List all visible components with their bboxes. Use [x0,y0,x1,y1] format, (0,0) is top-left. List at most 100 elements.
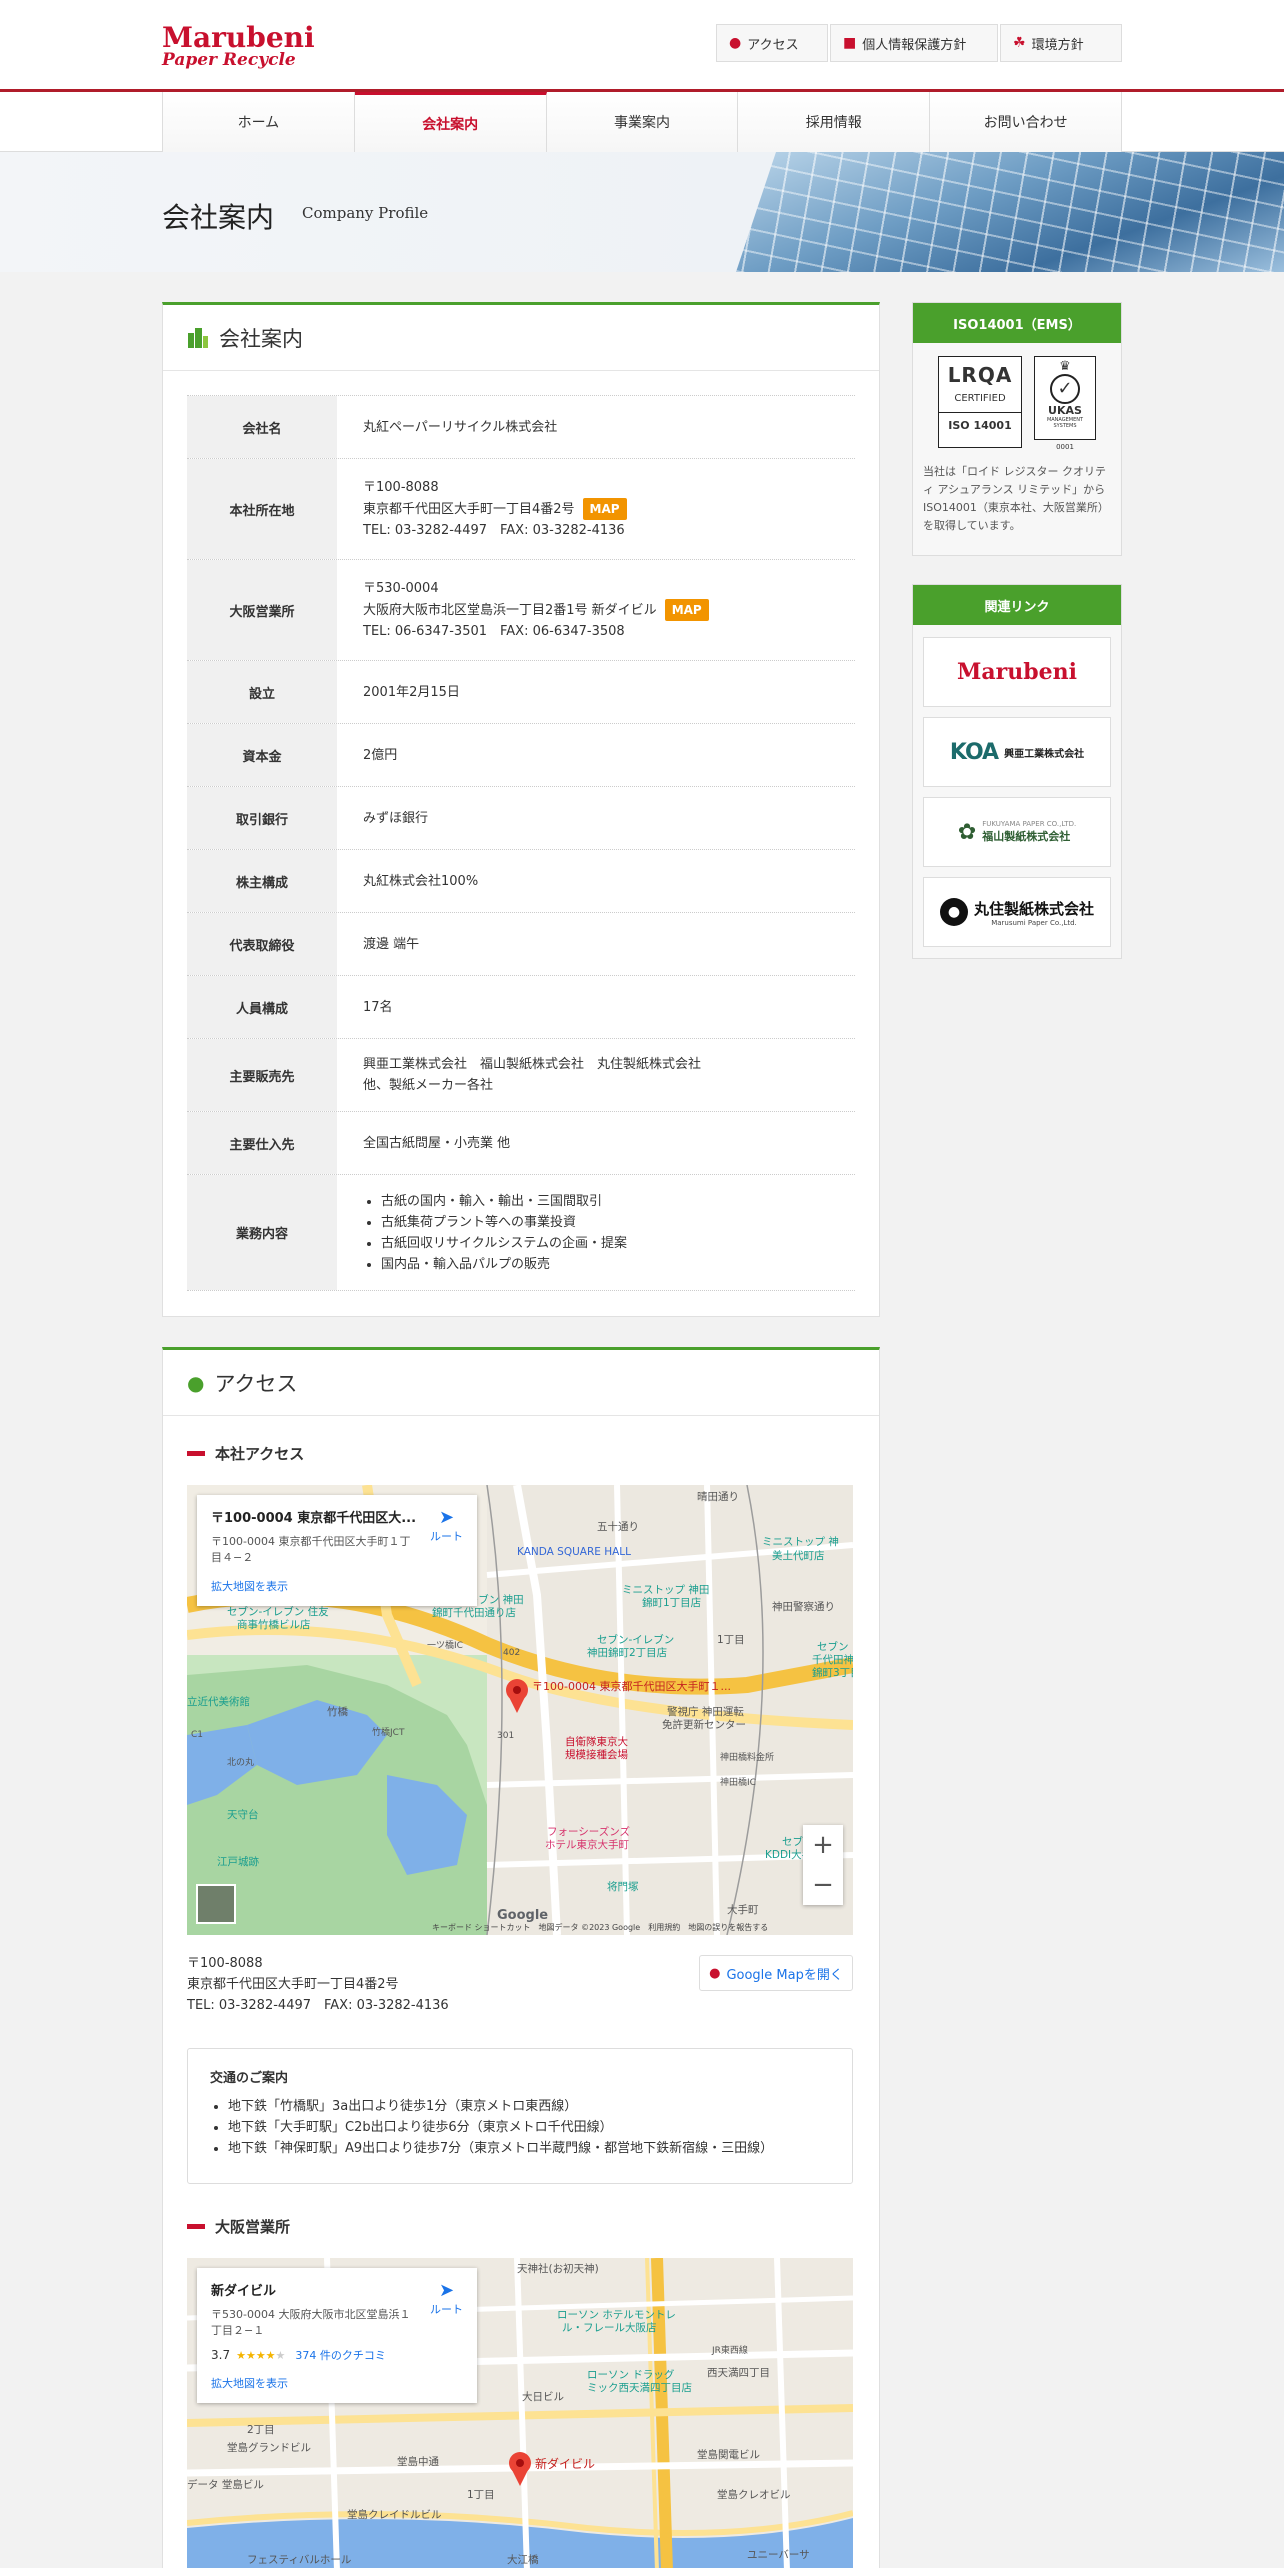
crown-icon: ♛ [1059,359,1071,374]
related-links-sidebar: 関連リンク Marubeni KOA 興亜工業株式会社 ✿ FUKUYAMA P… [912,584,1122,959]
osaka-google-map[interactable]: 天神社(お初天神) ローソン ホテルモントレ ル・フレール大阪店 JR東西線 ロ… [187,2258,853,2568]
svg-text:竹橋: 竹橋 [327,1705,348,1718]
section-heading-company: 会社案内 [219,326,303,351]
link-marusumi-paper[interactable]: ● 丸住製紙株式会社 Marusumi Paper Co.,Ltd. [923,877,1111,947]
subheading-hq-access: 本社アクセス [187,1443,304,1464]
svg-text:ユニーバーサ: ユニーバーサ [747,2549,810,2561]
table-row: 業務内容 古紙の国内・輸入・輸出・三国間取引 古紙集荷プラント等への事業投資 古… [187,1175,855,1291]
svg-text:KANDA SQUARE HALL: KANDA SQUARE HALL [517,1546,631,1558]
osaka-pin-label: 新ダイビル [535,2456,595,2471]
util-link-label: 個人情報保護方針 [862,37,967,53]
nav-item-home[interactable]: ホーム [163,92,355,152]
row-label: 株主構成 [187,850,337,912]
row-value: 17名 [363,999,393,1015]
svg-text:免許更新センター: 免許更新センター [662,1718,746,1731]
fukuyama-en-name: FUKUYAMA PAPER CO.,LTD. [982,820,1077,828]
subheading-osaka-office: 大阪営業所 [187,2216,290,2237]
directions-icon: ➤ [438,1507,455,1528]
nav-item-recruit[interactable]: 採用情報 [738,92,931,152]
table-row: 主要仕入先 全国古紙問屋・小売業 他 [187,1112,855,1175]
marusumi-company-name: 丸住製紙株式会社 [973,899,1094,918]
table-row: 大阪営業所 〒530-0004 大阪府大阪市北区堂島浜一丁目2番1号 新ダイビル… [187,560,855,661]
rating-stars-icon: ★★★★★ [236,2348,286,2362]
nav-item-business[interactable]: 事業案内 [546,92,739,152]
related-links-heading: 関連リンク [913,585,1121,625]
hq-address-zip: 〒100-8088 [187,1956,263,1971]
marubeni-logo: Marubeni [957,659,1077,685]
svg-text:千代田神田: 千代田神田 [812,1653,853,1666]
util-link-label: アクセス [747,37,799,53]
svg-text:ローソン ドラッグ: ローソン ドラッグ [587,2368,675,2381]
osaka-tel: TEL: 06-6347-3501 FAX: 06-6347-3508 [363,624,625,639]
nav-item-company[interactable]: 会社案内 [354,92,547,152]
row-value: 丸紅ペーパーリサイクル株式会社 [363,419,558,435]
lock-icon: ■ [843,35,857,51]
util-link-privacy[interactable]: ■ 個人情報保護方針 [830,24,998,62]
google-map-open-button[interactable]: ● Google Mapを開く [699,1955,853,1991]
zoom-in-button[interactable]: + [803,1825,843,1865]
hq-route-button[interactable]: ➤ ルート [430,1507,463,1544]
svg-text:JR東西線: JR東西線 [711,2344,748,2356]
svg-text:セブン-イレブン 住友: セブン-イレブン 住友 [227,1605,329,1618]
site-logo[interactable]: Marubeni Paper Recycle [162,24,362,70]
row-value: 2億円 [363,747,398,763]
row-label: 主要販売先 [187,1039,337,1111]
svg-text:フェスティバルホール: フェスティバルホール [247,2554,351,2566]
link-koa-kogyo[interactable]: KOA 興亜工業株式会社 [923,717,1111,787]
link-marubeni[interactable]: Marubeni [923,637,1111,707]
svg-text:神田橋料金所: 神田橋料金所 [720,1751,774,1763]
table-row: 株主構成 丸紅株式会社100% [187,850,855,913]
hq-pin-label: 〒100-0004 東京都千代田区大手町１... [532,1679,731,1693]
logo-line2: Paper Recycle [162,50,296,70]
table-row: 会社名 丸紅ペーパーリサイクル株式会社 [187,396,855,459]
zoom-out-button[interactable]: − [803,1865,843,1905]
table-row: 代表取締役 渡邊 端午 [187,913,855,976]
svg-text:堂島グランドビル: 堂島グランドビル [227,2441,311,2454]
reviews-link[interactable]: 374 件のクチコミ [295,2347,386,2363]
iso-heading: ISO14001（EMS） [913,303,1121,343]
svg-text:堂島中通: 堂島中通 [397,2455,439,2468]
util-link-environment[interactable]: ☘ 環境方針 [1000,24,1122,62]
company-info-table: 会社名 丸紅ペーパーリサイクル株式会社 本社所在地 〒100-8088 東京都千… [187,395,855,1291]
hq-zip: 〒100-8088 [363,480,439,495]
svg-text:一ツ橋IC: 一ツ橋IC [427,1639,463,1651]
osaka-route-button[interactable]: ➤ ルート [430,2280,463,2317]
svg-text:Google: Google [497,1908,548,1923]
hq-google-map[interactable]: KANDA SQUARE HALL 五十通り 晴田通り ミニストップ 神 美土代… [187,1485,853,1935]
row-label: 代表取締役 [187,913,337,975]
osaka-zip: 〒530-0004 [363,581,439,596]
svg-text:錦町3丁目店: 錦町3丁目店 [812,1666,853,1679]
hq-address-block: 〒100-8088 東京都千代田区大手町一丁目4番2号 TEL: 03-3282… [187,1953,449,2016]
page-banner: 会社案内 Company Profile [0,152,1284,272]
row-label: 大阪営業所 [187,560,337,660]
table-row: 資本金 2億円 [187,724,855,787]
row-value: 全国古紙問屋・小売業 他 [363,1135,511,1151]
util-link-label: 環境方針 [1031,37,1084,53]
svg-text:1丁目: 1丁目 [467,2489,495,2501]
row-label: 主要仕入先 [187,1112,337,1174]
svg-text:堂島クレオビル: 堂島クレオビル [717,2488,791,2501]
hq-map-button[interactable]: MAP [582,498,627,520]
svg-text:立近代美術館: 立近代美術館 [187,1695,250,1708]
company-panel: 会社案内 会社名 丸紅ペーパーリサイクル株式会社 本社所在地 〒100-8088… [162,302,880,1317]
list-item: 地下鉄「大手町駅」C2b出口より徒歩6分（東京メトロ千代田線） [228,2117,830,2138]
row-value: 興亜工業株式会社 福山製紙株式会社 丸住製紙株式会社 [363,1057,702,1072]
global-nav: ホーム 会社案内 事業案内 採用情報 お問い合わせ [0,92,1284,152]
leaf-hand-icon: ☘ [1013,35,1026,51]
rating-value: 3.7 [211,2348,231,2362]
util-link-access[interactable]: ● アクセス [716,24,828,62]
svg-text:錦町1丁目店: 錦町1丁目店 [642,1596,701,1609]
nav-item-contact[interactable]: お問い合わせ [930,92,1122,152]
osaka-map-button[interactable]: MAP [664,599,709,621]
row-label: 資本金 [187,724,337,786]
list-item: 国内品・輸入品パルプの販売 [381,1254,829,1275]
osaka-enlarge-map-link[interactable]: 拡大地図を表示 [211,2375,463,2391]
svg-text:商事竹橋ビル店: 商事竹橋ビル店 [237,1618,311,1631]
svg-text:ホテル東京大手町: ホテル東京大手町 [545,1838,629,1851]
koa-company-name: 興亜工業株式会社 [1004,748,1085,760]
link-fukuyama-paper[interactable]: ✿ FUKUYAMA PAPER CO.,LTD. 福山製紙株式会社 [923,797,1111,867]
hq-zoom-controls: + − [803,1825,843,1905]
hq-map-card-address: 〒100-0004 東京都千代田区大手町１丁目４−２ [211,1535,411,1564]
hq-enlarge-map-link[interactable]: 拡大地図を表示 [211,1578,463,1594]
building-icon [188,327,208,348]
